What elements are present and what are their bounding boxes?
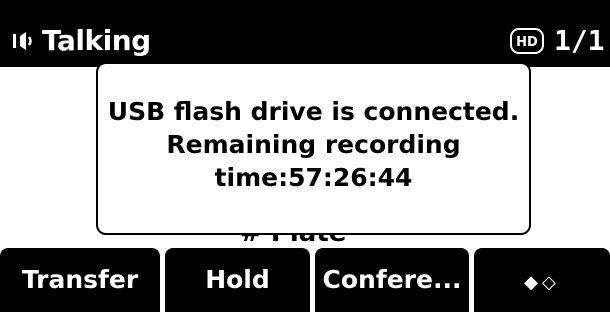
popup-line-3: time:57:26:44 bbox=[214, 163, 413, 192]
usb-notification-popup: USB flash drive is connected. Remaining … bbox=[96, 62, 531, 235]
popup-line-2: Remaining recording bbox=[166, 130, 461, 159]
page-indicator-icon: ◆◇ bbox=[524, 272, 560, 293]
transfer-softkey[interactable]: Transfer bbox=[0, 248, 160, 312]
status-bar: Talking HD 1/1 bbox=[0, 0, 610, 67]
call-status-label: Talking bbox=[42, 24, 151, 57]
phone-screen: Talking HD 1/1 # Plate USB flash drive i… bbox=[0, 0, 610, 312]
popup-message: USB flash drive is connected. Remaining … bbox=[98, 95, 529, 194]
hold-softkey[interactable]: Hold bbox=[165, 248, 310, 312]
conference-softkey[interactable]: Confere... bbox=[315, 248, 469, 312]
softkey-bar: Transfer Hold Confere... ◆◇ bbox=[0, 248, 610, 312]
more-softkey[interactable]: ◆◇ bbox=[474, 248, 610, 312]
popup-line-1: USB flash drive is connected. bbox=[107, 97, 520, 126]
hd-icon: HD bbox=[510, 28, 544, 54]
call-count: 1/1 bbox=[554, 24, 605, 57]
speaker-icon bbox=[13, 32, 32, 50]
svg-text:HD: HD bbox=[516, 35, 538, 50]
